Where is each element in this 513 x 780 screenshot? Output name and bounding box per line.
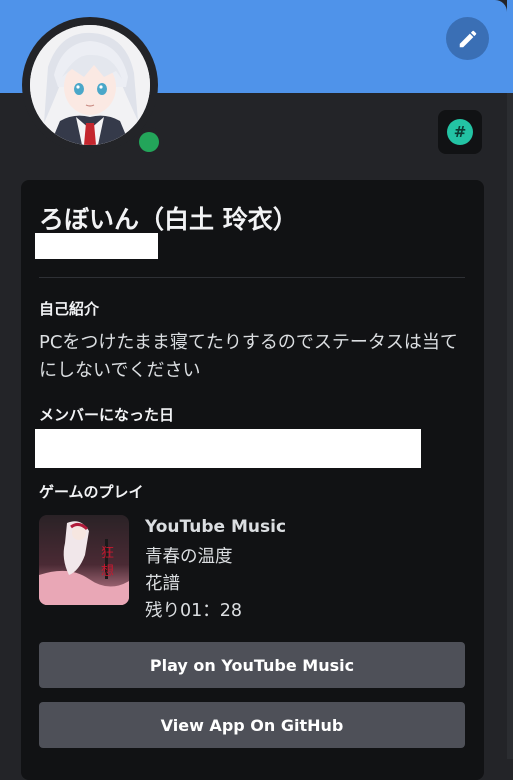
avatar[interactable]	[30, 25, 150, 145]
display-name: ろぼいん（白土 玲衣）	[39, 205, 298, 234]
avatar-frame	[22, 17, 164, 157]
adjacent-panel-edge	[507, 0, 513, 759]
about-text: PCをつけたまま寝てたりするのでステータスは当てにしないでください	[39, 332, 458, 381]
online-status-indicator	[134, 127, 164, 157]
album-art: 狂 想	[39, 515, 129, 605]
activity-app-name: YouTube Music	[145, 517, 287, 537]
svg-text:狂: 狂	[101, 546, 114, 561]
play-on-youtube-music-button[interactable]: Play on YouTube Music	[39, 642, 465, 688]
divider	[39, 277, 465, 278]
hashtag-badge-icon: #	[447, 119, 473, 145]
about-heading: 自己紹介	[39, 300, 100, 318]
activity-time-remaining: 残り01：28	[145, 601, 243, 621]
activity-heading: ゲームのプレイ	[39, 483, 144, 501]
avatar-image	[30, 25, 150, 145]
activity-details: 青春の温度	[145, 547, 233, 567]
username-redacted	[35, 233, 158, 259]
pencil-icon	[459, 30, 476, 47]
profile-card: ろぼいん（白土 玲衣） 自己紹介 PCをつけたまま寝てたりするのでステータスは当…	[21, 180, 484, 780]
activity-state: 花譜	[145, 574, 180, 594]
member-since-redacted	[35, 429, 421, 468]
edit-profile-button[interactable]	[446, 17, 489, 60]
member-since-heading: メンバーになった日	[39, 406, 175, 424]
svg-text:想: 想	[101, 563, 114, 579]
view-app-on-github-button[interactable]: View App On GitHub	[39, 702, 465, 748]
hashtag-badge[interactable]: #	[438, 110, 482, 154]
